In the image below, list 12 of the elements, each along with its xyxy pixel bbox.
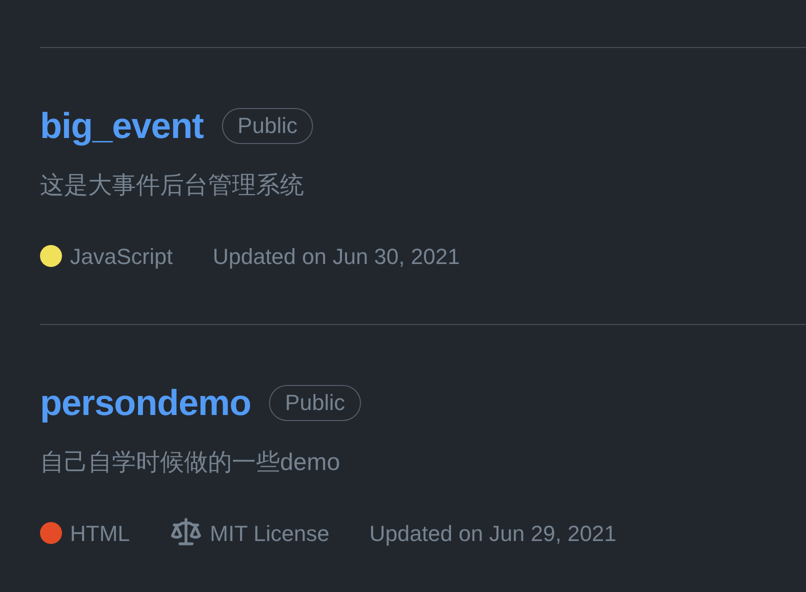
repository-link[interactable]: persondemo: [40, 381, 252, 425]
updated-date: Updated on Jun 29, 2021: [369, 520, 616, 548]
repository-link[interactable]: big_event: [40, 104, 204, 148]
license-link[interactable]: MIT License: [170, 516, 330, 550]
visibility-label: Public: [269, 385, 361, 421]
visibility-label: Public: [222, 108, 314, 144]
scale-icon: [170, 518, 202, 548]
language-label: HTML: [70, 520, 130, 548]
updated-date: Updated on Jun 30, 2021: [212, 242, 460, 271]
language-label: JavaScript: [70, 242, 173, 271]
repository-description: 这是大事件后台管理系统: [40, 171, 305, 201]
repository-description: 自己自学时候做的一些demo: [40, 448, 342, 478]
